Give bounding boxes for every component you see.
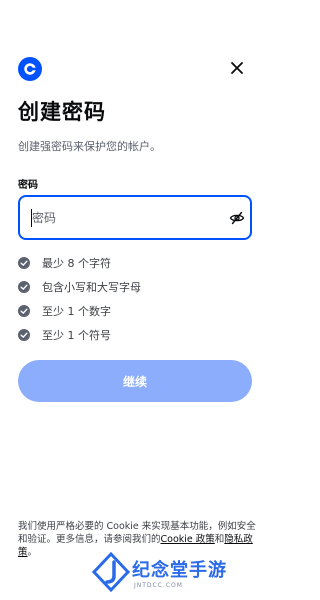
eye-off-icon[interactable] <box>229 210 245 226</box>
page-title: 创建密码 <box>18 100 106 124</box>
watermark-subtext: JNTDCC.COM <box>134 582 183 589</box>
cookie-notice-end: 。 <box>27 547 38 558</box>
password-input[interactable] <box>32 208 212 228</box>
password-field[interactable] <box>18 195 252 240</box>
coinbase-logo-icon <box>18 57 42 81</box>
watermark-text: 纪念堂手游 <box>132 560 227 581</box>
check-circle-icon <box>18 329 30 341</box>
watermark-logo-icon <box>92 552 130 592</box>
check-circle-icon <box>18 281 30 293</box>
password-label: 密码 <box>18 180 38 191</box>
cookie-policy-link[interactable]: Cookie 政策 <box>161 534 215 545</box>
page-subtitle: 创建强密码来保护您的帐户。 <box>18 140 161 153</box>
close-icon[interactable] <box>228 59 246 77</box>
watermark: 纪念堂手游 JNTDCC.COM <box>92 552 262 596</box>
cookie-notice-and: 和 <box>214 534 225 545</box>
continue-button[interactable]: 继续 <box>18 360 252 402</box>
check-circle-icon <box>18 257 30 269</box>
requirement-label: 包含小写和大写字母 <box>42 281 141 294</box>
requirement-label: 至少 1 个符号 <box>42 329 111 342</box>
requirement-label: 最少 8 个字符 <box>42 257 111 270</box>
check-circle-icon <box>18 305 30 317</box>
requirement-label: 至少 1 个数字 <box>42 305 111 318</box>
